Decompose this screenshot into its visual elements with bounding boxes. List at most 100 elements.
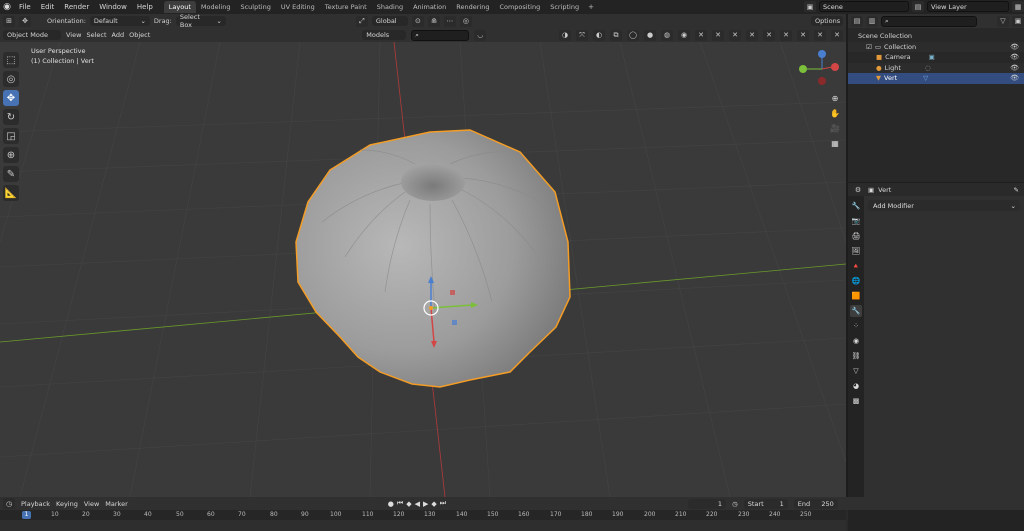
tab-shading[interactable]: Shading (372, 1, 408, 13)
shading-solid-icon[interactable]: ● (644, 29, 656, 41)
models-dropdown[interactable]: Models (362, 30, 407, 40)
editor-type-icon[interactable]: ⊞ (3, 15, 15, 27)
play-reverse-icon[interactable]: ◀ (415, 500, 420, 508)
menu-playback[interactable]: Playback (21, 500, 50, 508)
eye-icon[interactable]: 👁 (1010, 74, 1019, 82)
filter-icon[interactable]: ◡ (474, 29, 487, 41)
checkbox-icon[interactable]: ☑ (866, 43, 872, 51)
tab-rendering[interactable]: Rendering (451, 1, 494, 13)
drag-dropdown[interactable]: Select Box ⌄ (175, 13, 226, 29)
menu-window[interactable]: Window (94, 3, 132, 11)
tab-modeling[interactable]: Modeling (196, 1, 236, 13)
tab-scripting[interactable]: Scripting (545, 1, 584, 13)
object-tab-icon[interactable]: 🟧 (850, 290, 862, 302)
tab-sculpting[interactable]: Sculpting (235, 1, 275, 13)
display-mode-icon[interactable]: ▥ (866, 15, 878, 27)
snap-icon[interactable]: ⋒ (427, 15, 440, 27)
options-dropdown[interactable]: Options (811, 16, 843, 26)
next-keyframe-icon[interactable]: ◆ (431, 500, 436, 508)
measure-tool-icon[interactable]: 📐 (3, 185, 19, 201)
play-icon[interactable]: ▶ (423, 500, 428, 508)
outliner-row-vert[interactable]: ▼ Vert ▽ 👁 (848, 73, 1024, 84)
menu-file[interactable]: File (14, 3, 36, 11)
menu-render[interactable]: Render (59, 3, 94, 11)
menu-object[interactable]: Object (129, 31, 150, 39)
pan-hand-icon[interactable]: ✋ (829, 107, 842, 120)
menu-help[interactable]: Help (132, 3, 158, 11)
visibility-icon[interactable]: ◑ (559, 29, 571, 41)
transform-orientation-dropdown[interactable]: Global (371, 16, 408, 26)
menu-select[interactable]: Select (86, 31, 106, 39)
move-tool-icon[interactable]: ✥ (3, 90, 19, 106)
tab-uv-editing[interactable]: UV Editing (276, 1, 320, 13)
view-layer-tab-icon[interactable]: 🖼 (850, 245, 862, 257)
playhead[interactable]: 1 (22, 511, 31, 519)
pin-icon[interactable]: ✎ (1014, 186, 1019, 194)
outliner-row-light[interactable]: ● Light ◌ 👁 (848, 62, 1024, 73)
outliner-row-collection[interactable]: ☑ ▭ Collection 👁 (848, 41, 1024, 52)
outliner-search-input[interactable]: ⌕ (881, 15, 977, 27)
move-tool-icon[interactable]: ✥ (19, 15, 31, 27)
timeline-keyframe-area[interactable] (0, 520, 846, 531)
view-layer-icon[interactable]: ▤ (912, 1, 924, 12)
transform-tool-icon[interactable]: ⊕ (3, 147, 19, 163)
snap-target-icon[interactable]: ⋯ (443, 15, 456, 27)
start-frame-field[interactable]: Start 1 (743, 498, 788, 509)
tool-tab-icon[interactable]: 🔧 (850, 200, 862, 212)
cursor-tool-icon[interactable]: ◎ (3, 71, 19, 87)
xray-icon[interactable]: ⧉ (610, 29, 622, 41)
menu-marker[interactable]: Marker (105, 500, 127, 508)
scene-tab-icon[interactable]: 🔺 (850, 260, 862, 272)
particles-tab-icon[interactable]: ⁘ (850, 320, 862, 332)
modifier-tab-icon[interactable]: 🔧 (850, 305, 862, 317)
select-tool-icon[interactable]: ⬚ (3, 52, 19, 68)
jump-start-icon[interactable]: ⏮ (397, 499, 403, 508)
material-tab-icon[interactable]: ◕ (850, 380, 862, 392)
scene-icon[interactable]: ▣ (804, 1, 816, 12)
stopwatch-icon[interactable]: ◷ (732, 500, 738, 508)
current-frame-field[interactable]: 1 (688, 498, 727, 509)
menu-edit[interactable]: Edit (36, 3, 60, 11)
shading-material-icon[interactable]: ◍ (661, 29, 673, 41)
models-search-input[interactable]: ⌕ (411, 29, 470, 41)
close-icon[interactable]: ✕ (831, 29, 843, 41)
view-layer-field[interactable]: View Layer (927, 1, 1009, 12)
shading-wireframe-icon[interactable]: ◯ (627, 29, 639, 41)
proportional-edit-icon[interactable]: ◎ (459, 15, 472, 27)
scale-tool-icon[interactable]: ◲ (3, 128, 19, 144)
zoom-icon[interactable]: ⊕ (829, 92, 842, 105)
menu-add[interactable]: Add (112, 31, 125, 39)
data-tab-icon[interactable]: ▽ (850, 365, 862, 377)
gizmo-icon[interactable]: ⤧ (576, 29, 588, 41)
close-icon[interactable]: ✕ (780, 29, 792, 41)
close-icon[interactable]: ✕ (729, 29, 741, 41)
add-workspace-button[interactable]: + (584, 3, 598, 11)
scene-field[interactable]: Scene (819, 1, 909, 12)
tab-compositing[interactable]: Compositing (494, 1, 545, 13)
annotate-tool-icon[interactable]: ✎ (3, 166, 19, 182)
pivot-point-icon[interactable]: ⊙ (411, 15, 424, 27)
jump-end-icon[interactable]: ⏭ (440, 499, 446, 508)
close-icon[interactable]: ✕ (712, 29, 724, 41)
filter-icon[interactable]: ▽ (997, 15, 1009, 27)
editor-type-icon[interactable]: ◷ (3, 498, 15, 509)
axis-navigation-gizmo[interactable] (799, 50, 839, 85)
tab-layout[interactable]: Layout (163, 1, 196, 13)
constraints-tab-icon[interactable]: ⛓ (850, 350, 862, 362)
close-icon[interactable]: ✕ (695, 29, 707, 41)
render-tab-icon[interactable]: 📷 (850, 215, 862, 227)
blender-logo-icon[interactable]: ◉ (0, 0, 14, 14)
3d-viewport[interactable]: User Perspective (1) Collection | Vert ⬚… (0, 42, 846, 497)
end-frame-field[interactable]: End 250 (793, 498, 838, 509)
overlays-icon[interactable]: ◐ (593, 29, 605, 41)
vert-mesh-object[interactable] (295, 129, 571, 388)
eye-icon[interactable]: 👁 (1010, 53, 1019, 61)
outliner-row-scene-collection[interactable]: Scene Collection (848, 31, 1024, 42)
transform-orientation-icon[interactable]: ⤢ (355, 15, 368, 27)
shading-rendered-icon[interactable]: ◉ (678, 29, 690, 41)
editor-type-icon[interactable]: ▤ (851, 15, 863, 27)
camera-view-icon[interactable]: 🎥 (829, 122, 842, 135)
editor-type-icon[interactable]: ⚙ (852, 184, 864, 195)
view-layer-options-icon[interactable]: ▦ (1012, 1, 1024, 12)
close-icon[interactable]: ✕ (763, 29, 775, 41)
